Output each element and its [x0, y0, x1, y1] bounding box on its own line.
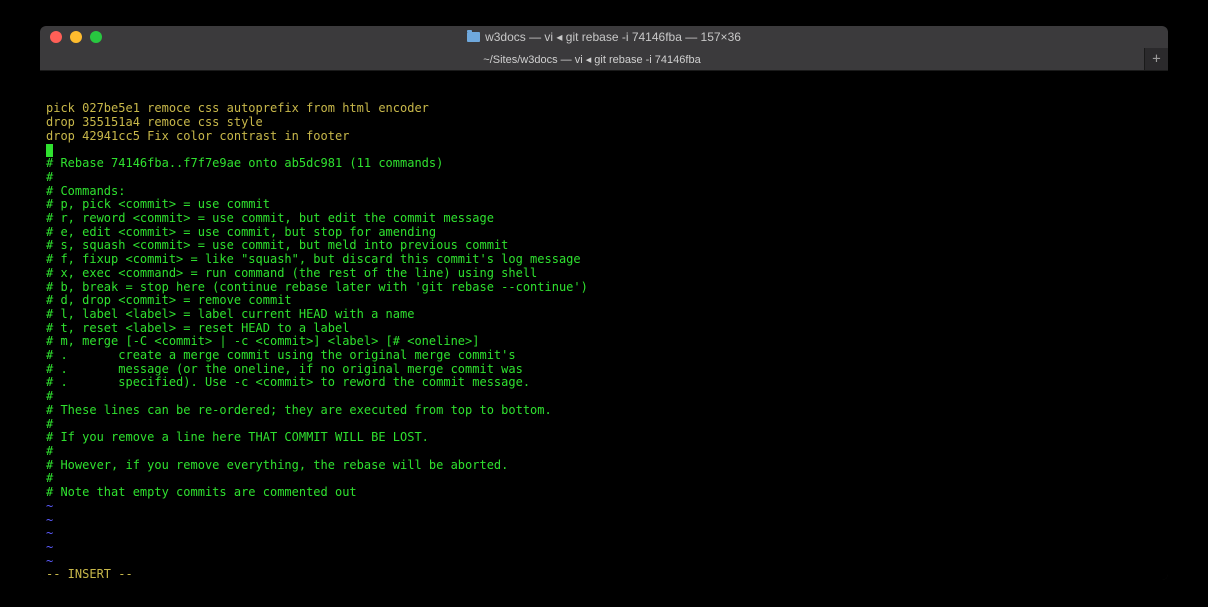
window-title: w3docs — vi ◂ git rebase -i 74146fba — 1…	[40, 30, 1168, 44]
tilde-line: ~	[46, 541, 1162, 555]
cursor-line	[46, 144, 1162, 158]
comment-line: # . message (or the oneline, if no origi…	[46, 363, 1162, 377]
comment-line: # These lines can be re-ordered; they ar…	[46, 404, 1162, 418]
close-button[interactable]	[50, 31, 62, 43]
folder-icon	[467, 32, 480, 42]
mode-line: -- INSERT --	[46, 568, 1162, 580]
titlebar[interactable]: w3docs — vi ◂ git rebase -i 74146fba — 1…	[40, 26, 1168, 48]
tilde-line: ~	[46, 527, 1162, 541]
comment-line: # Note that empty commits are commented …	[46, 486, 1162, 500]
comment-line: # t, reset <label> = reset HEAD to a lab…	[46, 322, 1162, 336]
rebase-commit-line: drop 42941cc5 Fix color contrast in foot…	[46, 130, 1162, 144]
window-controls	[40, 31, 102, 43]
comment-line: # b, break = stop here (continue rebase …	[46, 281, 1162, 295]
tilde-line: ~	[46, 555, 1162, 569]
comment-line: # Rebase 74146fba..f7f7e9ae onto ab5dc98…	[46, 157, 1162, 171]
tabbar: ~/Sites/w3docs — vi ◂ git rebase -i 7414…	[40, 48, 1168, 71]
rebase-commit-line: drop 355151a4 remoce css style	[46, 116, 1162, 130]
comment-line: # Commands:	[46, 185, 1162, 199]
comment-line: # d, drop <commit> = remove commit	[46, 294, 1162, 308]
comment-line: # . specified). Use -c <commit> to rewor…	[46, 376, 1162, 390]
terminal-content[interactable]: pick 027be5e1 remoce css autoprefix from…	[40, 71, 1168, 580]
tab-label: ~/Sites/w3docs — vi ◂ git rebase -i 7414…	[483, 53, 700, 66]
comment-line: # If you remove a line here THAT COMMIT …	[46, 431, 1162, 445]
terminal-window: w3docs — vi ◂ git rebase -i 74146fba — 1…	[40, 26, 1168, 580]
tab-active[interactable]: ~/Sites/w3docs — vi ◂ git rebase -i 7414…	[40, 48, 1144, 70]
comment-line: # l, label <label> = label current HEAD …	[46, 308, 1162, 322]
window-title-text: w3docs — vi ◂ git rebase -i 74146fba — 1…	[485, 30, 741, 44]
rebase-commit-line: pick 027be5e1 remoce css autoprefix from…	[46, 102, 1162, 116]
comment-line: # p, pick <commit> = use commit	[46, 198, 1162, 212]
comment-line: # f, fixup <commit> = like "squash", but…	[46, 253, 1162, 267]
comment-line: # x, exec <command> = run command (the r…	[46, 267, 1162, 281]
comment-line: #	[46, 472, 1162, 486]
comment-line: #	[46, 390, 1162, 404]
comment-line: #	[46, 418, 1162, 432]
comment-line: # e, edit <commit> = use commit, but sto…	[46, 226, 1162, 240]
comment-line: # However, if you remove everything, the…	[46, 459, 1162, 473]
comment-line: # r, reword <commit> = use commit, but e…	[46, 212, 1162, 226]
minimize-button[interactable]	[70, 31, 82, 43]
comment-line: #	[46, 445, 1162, 459]
tilde-line: ~	[46, 514, 1162, 528]
zoom-button[interactable]	[90, 31, 102, 43]
add-tab-button[interactable]: +	[1144, 48, 1168, 70]
comment-line: # m, merge [-C <commit> | -c <commit>] <…	[46, 335, 1162, 349]
tilde-line: ~	[46, 500, 1162, 514]
comment-line: # s, squash <commit> = use commit, but m…	[46, 239, 1162, 253]
comment-line: #	[46, 171, 1162, 185]
comment-line: # . create a merge commit using the orig…	[46, 349, 1162, 363]
